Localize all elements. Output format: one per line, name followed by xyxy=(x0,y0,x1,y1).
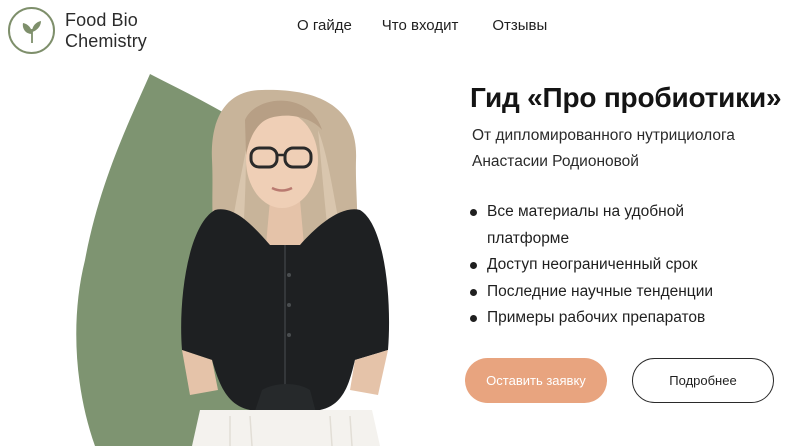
feature-item: Все материалы на удобной платформе xyxy=(470,199,770,252)
brand-name-line2: Chemistry xyxy=(65,30,147,51)
feature-list: Все материалы на удобной платформе Досту… xyxy=(470,199,770,332)
feature-item: Примеры рабочих препаратов xyxy=(470,305,770,332)
hero-visual xyxy=(0,60,460,446)
main-nav: О гайде Что входит Отзывы xyxy=(297,17,547,34)
feature-item: Доступ неограниченный срок xyxy=(470,252,770,279)
brand-name-line1: Food Bio xyxy=(65,9,138,30)
page-title: Гид «Про пробиотики» xyxy=(470,82,782,113)
leaf-icon xyxy=(8,7,55,54)
leave-request-button[interactable]: Оставить заявку xyxy=(465,358,607,403)
nav-contents[interactable]: Что входит xyxy=(382,17,459,34)
brand-name: Food Bio Chemistry xyxy=(65,10,147,52)
hero-subtitle: От дипломированного нутрициолога Анастас… xyxy=(472,127,735,170)
more-details-button[interactable]: Подробнее xyxy=(632,358,774,403)
landing-page: Food Bio Chemistry О гайде Что входит От… xyxy=(0,0,789,446)
feature-item: Последние научные тенденции xyxy=(470,279,770,306)
nav-about-guide[interactable]: О гайде xyxy=(297,17,352,34)
nav-reviews[interactable]: Отзывы xyxy=(492,17,547,34)
brand-logo[interactable]: Food Bio Chemistry xyxy=(8,7,147,54)
